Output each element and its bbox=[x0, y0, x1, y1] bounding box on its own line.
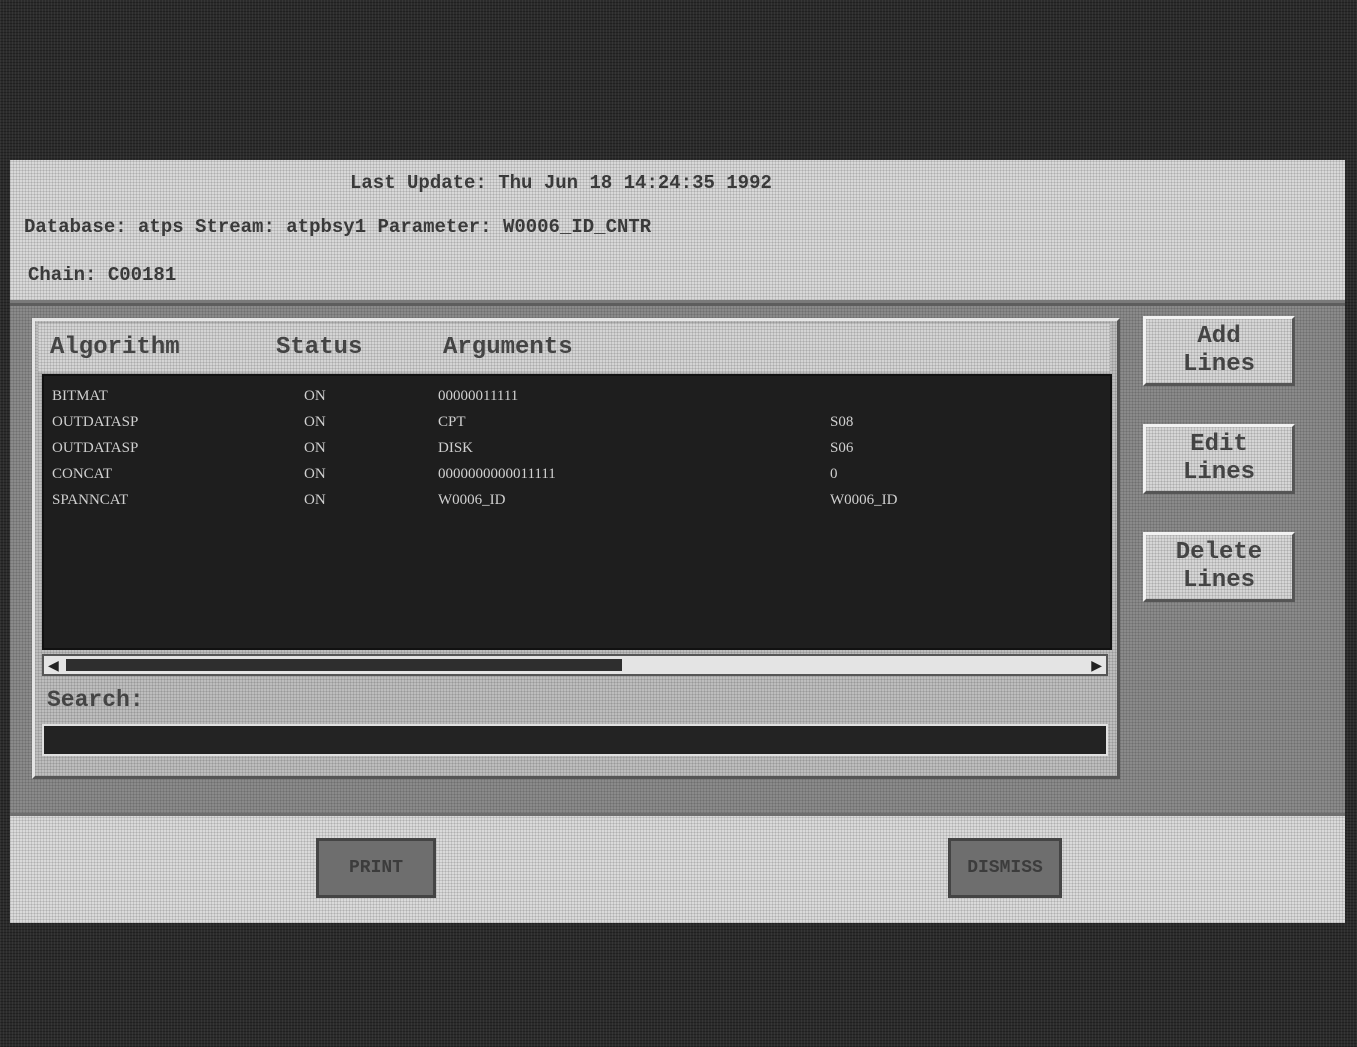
add-lines-label-1: Add bbox=[1197, 323, 1241, 350]
add-lines-label-2: Lines bbox=[1182, 351, 1255, 378]
last-update-line: Last Update: Thu Jun 18 14:24:35 1992 bbox=[350, 172, 772, 194]
edit-lines-label-2: Lines bbox=[1182, 459, 1255, 486]
add-lines-button[interactable]: Add Lines bbox=[1143, 316, 1295, 386]
row-algorithm: OUTDATASP bbox=[52, 414, 139, 430]
delete-lines-label-2: Lines bbox=[1182, 567, 1255, 594]
list-row[interactable]: OUTDATASP ON DISK S06 bbox=[44, 436, 1110, 462]
arrow-left-icon[interactable]: ◀ bbox=[48, 657, 59, 675]
row-argument-2: 0 bbox=[830, 466, 838, 482]
database-value: atps bbox=[138, 216, 184, 238]
last-update-value: Thu Jun 18 14:24:35 1992 bbox=[498, 172, 772, 194]
list-row[interactable]: SPANNCAT ON W0006_ID W0006_ID bbox=[44, 488, 1110, 514]
row-algorithm: SPANNCAT bbox=[52, 492, 129, 508]
list-row[interactable]: BITMAT ON 00000011111 bbox=[44, 384, 1110, 410]
row-status: ON bbox=[304, 466, 326, 482]
search-input[interactable] bbox=[42, 724, 1108, 756]
delete-lines-button[interactable]: Delete Lines bbox=[1143, 532, 1295, 602]
chain-label: Chain: bbox=[28, 264, 97, 286]
scrollbar-thumb[interactable] bbox=[66, 659, 622, 671]
chain-value: C00181 bbox=[107, 264, 177, 286]
row-argument-2: S08 bbox=[830, 414, 854, 430]
dismiss-button[interactable]: DISMISS bbox=[948, 838, 1062, 898]
list-row[interactable]: OUTDATASP ON CPT S08 bbox=[44, 410, 1110, 436]
algorithm-list-panel: Algorithm Status Arguments BITMAT ON 000… bbox=[32, 318, 1120, 779]
print-button[interactable]: PRINT bbox=[316, 838, 436, 898]
monitor-screen: Last Update: Thu Jun 18 14:24:35 1992 Da… bbox=[0, 0, 1357, 1047]
column-header-algorithm: Algorithm bbox=[50, 334, 180, 361]
row-argument-2: S06 bbox=[830, 440, 854, 456]
row-status: ON bbox=[304, 414, 326, 430]
search-label: Search: bbox=[47, 687, 144, 713]
list-row[interactable]: CONCAT ON 0000000000011111 0 bbox=[44, 462, 1110, 488]
delete-lines-label-1: Delete bbox=[1175, 539, 1263, 566]
column-header-arguments: Arguments bbox=[443, 334, 573, 361]
window-header: Last Update: Thu Jun 18 14:24:35 1992 Da… bbox=[10, 160, 1345, 303]
algorithm-window: Last Update: Thu Jun 18 14:24:35 1992 Da… bbox=[10, 160, 1345, 923]
row-argument-2: W0006_ID bbox=[830, 492, 898, 508]
arrow-right-icon[interactable]: ▶ bbox=[1091, 657, 1102, 675]
chain-line: Chain: C00181 bbox=[28, 264, 176, 286]
column-headers: Algorithm Status Arguments bbox=[38, 324, 1110, 372]
window-footer: PRINT DISMISS bbox=[10, 813, 1345, 923]
parameter-value: W0006_ID_CNTR bbox=[502, 216, 652, 238]
row-algorithm: OUTDATASP bbox=[52, 440, 139, 456]
row-status: ON bbox=[304, 388, 326, 404]
row-argument-1: DISK bbox=[438, 440, 474, 456]
edit-lines-button[interactable]: Edit Lines bbox=[1143, 424, 1295, 494]
row-argument-1: W0006_ID bbox=[438, 492, 506, 508]
last-update-label: Last Update: bbox=[350, 172, 487, 194]
row-status: ON bbox=[304, 440, 326, 456]
row-argument-1: 00000011111 bbox=[438, 388, 519, 404]
row-status: ON bbox=[304, 492, 326, 508]
parameter-label: Parameter: bbox=[377, 216, 492, 238]
database-label: Database: bbox=[24, 216, 127, 238]
horizontal-scrollbar[interactable]: ◀ ▶ bbox=[42, 654, 1108, 676]
row-argument-1: CPT bbox=[438, 414, 466, 430]
edit-lines-label-1: Edit bbox=[1190, 431, 1248, 458]
algorithm-list[interactable]: BITMAT ON 00000011111 OUTDATASP ON CPT S… bbox=[42, 374, 1112, 650]
stream-value: atpbsy1 bbox=[286, 216, 367, 238]
database-line: Database: atps Stream: atpbsy1 Parameter… bbox=[24, 216, 651, 238]
row-algorithm: BITMAT bbox=[52, 388, 108, 404]
row-algorithm: CONCAT bbox=[52, 466, 113, 482]
stream-label: Stream: bbox=[195, 216, 275, 238]
main-area: Algorithm Status Arguments BITMAT ON 000… bbox=[10, 303, 1345, 816]
column-header-status: Status bbox=[276, 334, 363, 361]
row-argument-1: 0000000000011111 bbox=[438, 466, 556, 482]
